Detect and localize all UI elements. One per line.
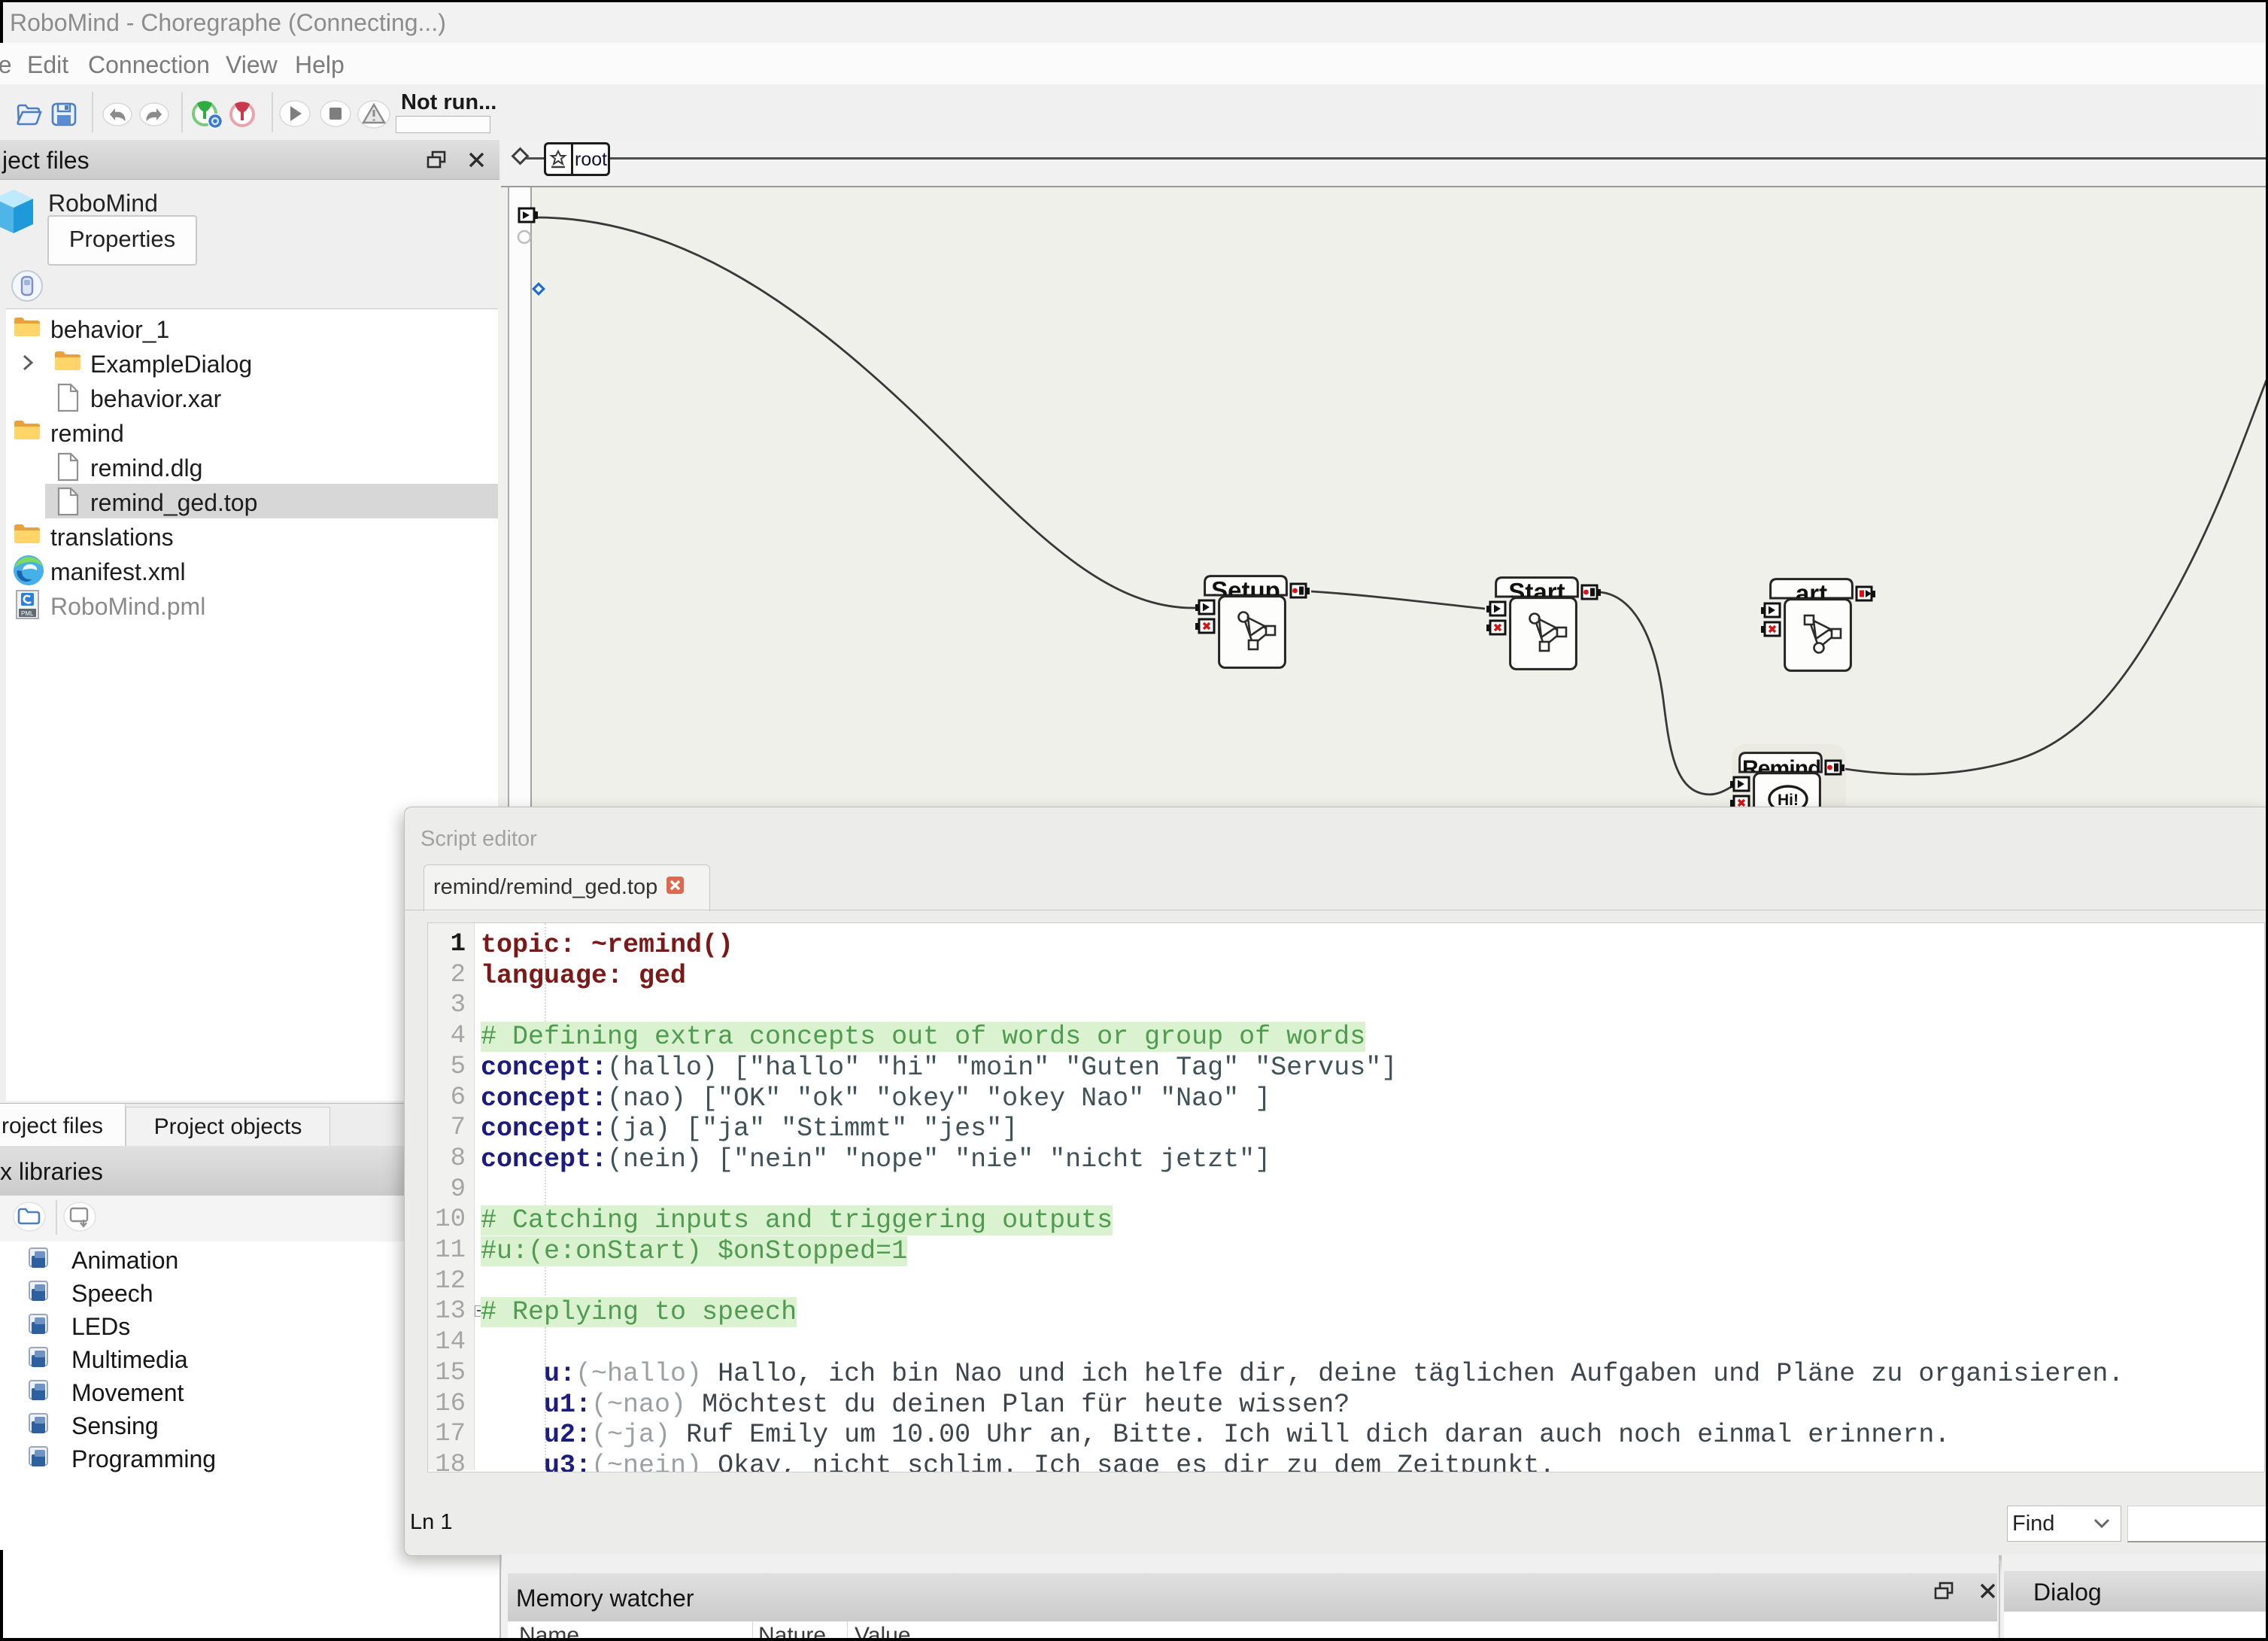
svg-text:PML: PML (21, 610, 34, 617)
svg-text:Hi!: Hi! (1778, 792, 1799, 807)
